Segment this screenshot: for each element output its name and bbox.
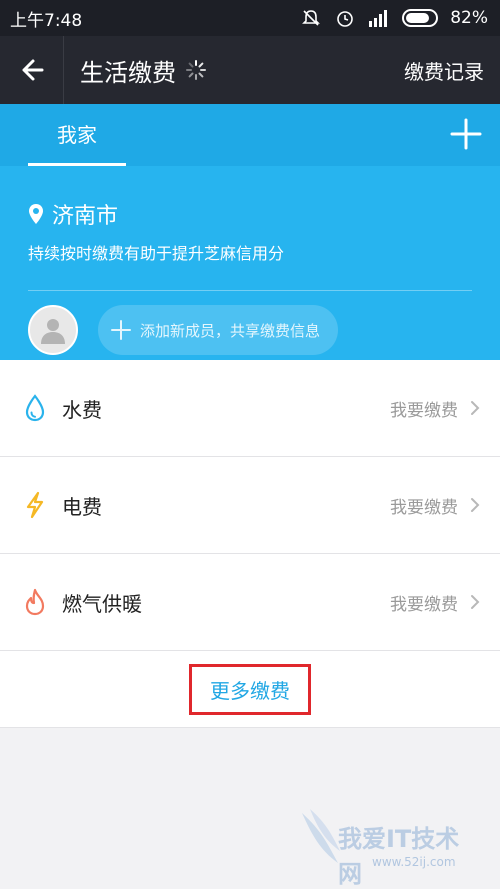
location-pin-icon: [29, 204, 43, 224]
status-icons: 82%: [300, 7, 488, 29]
page-title-group: 生活缴费: [80, 53, 206, 88]
watermark-text: 我爱IT技术网: [338, 825, 460, 888]
avatar[interactable]: [28, 305, 78, 355]
add-member-button[interactable]: 添加新成员，共享缴费信息: [98, 305, 339, 355]
more-payments-row: 更多缴费: [0, 651, 500, 728]
add-member-label: 添加新成员，共享缴费信息: [140, 321, 321, 340]
list-item-gas-heating[interactable]: 燃气供暖 我要缴费: [0, 554, 500, 651]
item-label: 水费: [62, 397, 102, 422]
pay-action[interactable]: 我要缴费: [390, 396, 458, 421]
plus-icon: [111, 320, 131, 340]
status-bar: 上午7:48 82%: [0, 0, 500, 36]
user-icon: [41, 319, 65, 344]
bill-type-list: 水费 我要缴费 电费 我要缴费 燃气供暖 我要缴费 更多缴费: [0, 360, 500, 728]
status-time: 上午7:48: [10, 10, 83, 31]
mute-icon: [300, 7, 322, 29]
pay-action[interactable]: 我要缴费: [390, 590, 458, 615]
household-header: 我家 济南市 持续按时缴费有助于提升芝麻信用分 添加新成员，共享缴费信息: [0, 104, 500, 360]
battery-percent: 82%: [450, 8, 488, 28]
add-household-icon[interactable]: [448, 116, 484, 152]
watermark-url: www.52ij.com: [372, 855, 456, 869]
credit-tip: 持续按时缴费有助于提升芝麻信用分: [28, 244, 285, 263]
watermark: 我爱IT技术网 www.52ij.com: [292, 805, 482, 888]
chevron-right-icon: [471, 401, 480, 415]
member-row: 添加新成员，共享缴费信息: [28, 305, 500, 355]
flame-icon: [22, 587, 48, 617]
household-tabs: 我家: [0, 104, 500, 166]
location-city: 济南市: [52, 204, 119, 229]
chevron-right-icon: [471, 595, 480, 609]
battery-icon: [402, 9, 439, 27]
page-title: 生活缴费: [80, 58, 176, 87]
item-label: 电费: [62, 494, 102, 519]
back-button[interactable]: [0, 36, 64, 104]
water-drop-icon: [22, 393, 48, 423]
more-payments-button[interactable]: 更多缴费: [189, 663, 311, 715]
pay-action[interactable]: 我要缴费: [390, 493, 458, 518]
signal-icon: [368, 7, 390, 29]
battery-fill: [406, 13, 430, 23]
chevron-right-icon: [471, 498, 480, 512]
loading-spinner-icon: [186, 60, 206, 80]
back-arrow-icon: [22, 59, 43, 81]
nav-bar: 生活缴费 缴费记录: [0, 36, 500, 104]
header-divider: [28, 290, 472, 291]
location-row[interactable]: 济南市: [28, 198, 500, 230]
lightning-icon: [22, 490, 48, 520]
item-label: 燃气供暖: [62, 591, 142, 616]
payment-record-button[interactable]: 缴费记录: [404, 56, 484, 85]
list-item-water[interactable]: 水费 我要缴费: [0, 360, 500, 457]
tab-my-home[interactable]: 我家: [28, 104, 126, 166]
list-item-electricity[interactable]: 电费 我要缴费: [0, 457, 500, 554]
alarm-icon: [334, 7, 356, 29]
